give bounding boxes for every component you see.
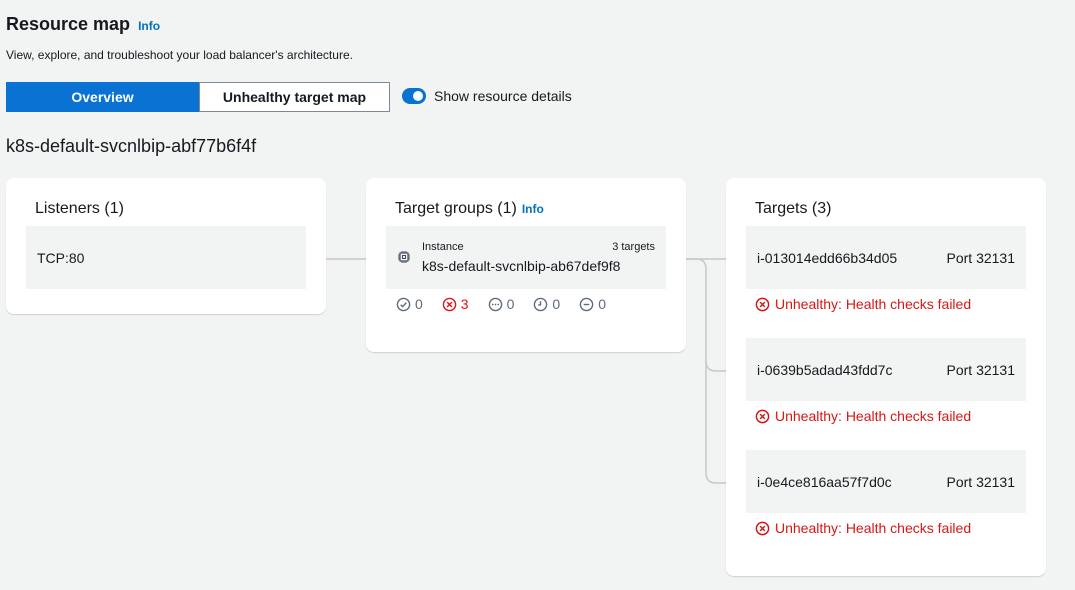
target-groups-title: Target groups (1) Info — [395, 200, 544, 218]
target-id: i-013014edd66b34d05 — [757, 250, 898, 266]
unused-count-value: 0 — [506, 296, 515, 312]
target-port: Port 32131 — [946, 250, 1016, 266]
target-port: Port 32131 — [946, 362, 1016, 378]
page-title-text: Resource map — [6, 14, 131, 34]
target-groups-panel: Target groups (1) Info Instance 3 targets… — [366, 178, 686, 352]
draining-count-value: 0 — [598, 296, 606, 312]
target-item[interactable]: i-0639b5adad43fdd7c Port 32131 — [746, 338, 1026, 401]
unhealthy-count-value: 3 — [460, 296, 469, 312]
target-group-targets-count: 3 targets — [612, 241, 655, 253]
target-status: Unhealthy: Health checks failed — [755, 296, 971, 312]
tab-unhealthy-target-map[interactable]: Unhealthy target map — [199, 82, 390, 112]
show-resource-details-toggle[interactable] — [402, 88, 426, 104]
target-status-text: Unhealthy: Health checks failed — [775, 408, 972, 424]
target-group-item[interactable]: Instance 3 targets k8s-default-svcnlbip-… — [386, 226, 666, 289]
page-subtitle: View, explore, and troubleshoot your loa… — [6, 48, 353, 62]
draining-count: 0 — [579, 296, 606, 312]
load-balancer-name: k8s-default-svcnlbip-abf77b6f4f — [6, 136, 257, 156]
initial-count-value: 0 — [552, 296, 561, 312]
target-id: i-0e4ce816aa57f7d0c — [757, 474, 892, 490]
target-port: Port 32131 — [946, 474, 1016, 490]
listeners-title: Listeners (1) — [35, 200, 124, 217]
target-id: i-0639b5adad43fdd7c — [757, 362, 893, 378]
targets-panel: Targets (3) i-013014edd66b34d05 Port 321… — [726, 178, 1046, 576]
show-resource-details-toggle-group: Show resource details — [402, 88, 572, 104]
target-groups-title-text: Target groups (1) — [395, 200, 517, 217]
chip-icon — [397, 250, 411, 269]
unused-count: 0 — [488, 296, 515, 312]
target-group-status-counts: 0 3 0 0 0 — [396, 296, 625, 312]
toggle-knob — [413, 91, 423, 101]
tab-overview[interactable]: Overview — [6, 82, 199, 112]
unhealthy-count: 3 — [442, 296, 469, 312]
target-groups-info-link[interactable]: Info — [522, 202, 544, 216]
page-title: Resource map Info — [6, 14, 160, 35]
ellipsis-icon — [488, 297, 502, 311]
target-group-name: k8s-default-svcnlbip-ab67def9f8 — [422, 258, 621, 274]
info-link[interactable]: Info — [138, 19, 160, 33]
toggle-label: Show resource details — [434, 88, 572, 104]
error-icon — [755, 409, 770, 423]
target-item[interactable]: i-013014edd66b34d05 Port 32131 — [746, 226, 1026, 289]
target-status-text: Unhealthy: Health checks failed — [775, 296, 972, 312]
error-icon — [755, 297, 770, 311]
listeners-panel: Listeners (1) TCP:80 — [6, 178, 326, 314]
target-status-text: Unhealthy: Health checks failed — [775, 520, 972, 536]
view-segmented-control: Overview Unhealthy target map — [6, 82, 390, 112]
listener-label: TCP:80 — [37, 250, 85, 266]
target-status: Unhealthy: Health checks failed — [755, 408, 971, 424]
listener-item[interactable]: TCP:80 — [26, 226, 306, 289]
minus-circle-icon — [579, 297, 594, 311]
target-group-type: Instance — [422, 241, 464, 253]
target-status: Unhealthy: Health checks failed — [755, 520, 971, 536]
error-icon — [755, 521, 770, 535]
clock-icon — [534, 297, 548, 311]
healthy-check-icon — [396, 297, 411, 311]
healthy-count: 0 — [396, 296, 423, 312]
initial-count: 0 — [533, 296, 560, 312]
healthy-count-value: 0 — [415, 296, 423, 312]
unhealthy-x-icon — [442, 297, 457, 311]
targets-title: Targets (3) — [755, 200, 832, 217]
target-item[interactable]: i-0e4ce816aa57f7d0c Port 32131 — [746, 450, 1026, 513]
